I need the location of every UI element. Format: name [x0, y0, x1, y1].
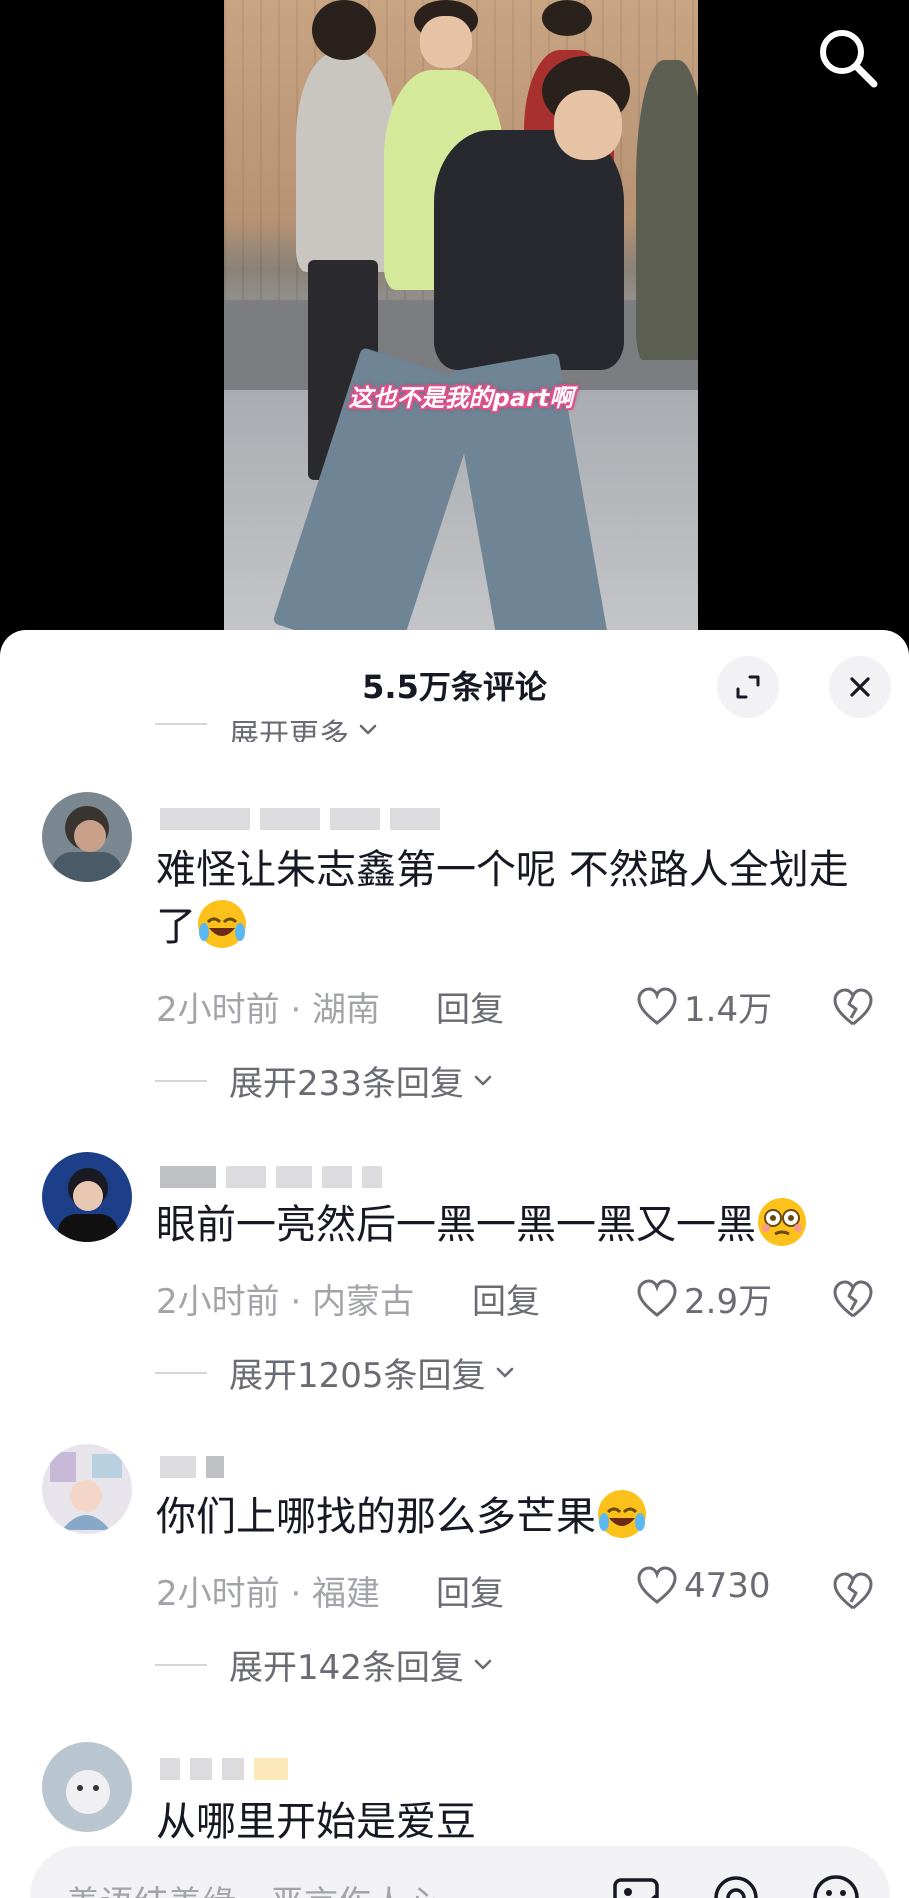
comment-text: 难怪让朱志鑫第一个呢 不然路人全划走了 — [156, 842, 876, 955]
comments-panel: 5.5万条评论 展开更多 难怪让朱志鑫第一个呢 不然路人全划走了 2小时前 · … — [0, 630, 909, 1898]
comment-text: 你们上哪找的那么多芒果 — [156, 1488, 876, 1545]
at-mention-icon[interactable] — [710, 1872, 762, 1898]
like-button[interactable]: 1.4万 — [636, 982, 772, 1031]
dislike-button[interactable] — [832, 1280, 874, 1320]
username-blurred[interactable] — [160, 1456, 224, 1478]
heart-icon — [637, 1566, 677, 1604]
comment-text-content: 你们上哪找的那么多芒果 — [156, 1494, 596, 1540]
expand-more-label: 展开更多 — [229, 718, 349, 742]
like-count: 4730 — [684, 1566, 771, 1606]
close-icon — [850, 677, 870, 697]
dancer-red-head — [542, 0, 592, 36]
video-player[interactable]: 这也不是我的part啊 — [0, 0, 909, 660]
dizzy-face-emoji-icon — [758, 1198, 806, 1246]
comment-input-placeholder: 善语结善缘，恶言伤人心 — [66, 1876, 440, 1898]
comment-text: 从哪里开始是爱豆 — [156, 1794, 876, 1850]
laugh-cry-emoji-icon — [598, 1490, 646, 1538]
video-frame[interactable]: 这也不是我的part啊 — [224, 0, 698, 640]
reply-button[interactable]: 回复 — [436, 982, 504, 1031]
dancer-left — [296, 52, 396, 272]
comment-text-content: 眼前一亮然后一黑一黑一黑又一黑 — [156, 1202, 756, 1248]
comment-text-content: 难怪让朱志鑫第一个呢 不然路人全划走了 — [156, 847, 849, 950]
main-dancer-jacket — [434, 130, 624, 370]
chevron-down-icon — [474, 1659, 492, 1669]
dancer-right — [636, 60, 698, 360]
broken-heart-icon — [833, 1280, 873, 1318]
comment-time-location: 2小时前 · 福建 — [156, 1574, 381, 1614]
broken-heart-icon — [833, 1572, 873, 1610]
comment-time-location: 2小时前 · 湖南 — [156, 990, 381, 1030]
expand-replies-button[interactable]: 展开142条回复 — [155, 1640, 496, 1689]
dislike-button[interactable] — [832, 988, 874, 1028]
comment-time-location: 2小时前 · 内蒙古 — [156, 1282, 415, 1322]
expand-more-replies-partial[interactable]: 展开更多 — [155, 706, 381, 742]
avatar[interactable] — [42, 1742, 132, 1832]
expand-replies-label: 展开142条回复 — [229, 1648, 464, 1688]
like-button[interactable]: 2.9万 — [636, 1274, 772, 1323]
comment-text-content: 从哪里开始是爱豆 — [156, 1799, 476, 1845]
username-blurred[interactable] — [160, 808, 440, 830]
expand-replies-label: 展开1205条回复 — [229, 1356, 486, 1396]
chevron-down-icon — [474, 1075, 492, 1085]
divider-dash — [155, 723, 207, 725]
divider-dash — [155, 1079, 207, 1082]
emoji-icon[interactable] — [810, 1872, 862, 1898]
fullscreen-button[interactable] — [717, 656, 779, 718]
dancer-left-head — [312, 0, 376, 60]
like-count: 1.4万 — [684, 990, 773, 1030]
divider-dash — [155, 1371, 207, 1374]
expand-icon — [736, 675, 760, 699]
expand-replies-button[interactable]: 展开1205条回复 — [155, 1348, 518, 1397]
laugh-cry-emoji-icon — [198, 900, 246, 948]
avatar[interactable] — [42, 792, 132, 882]
dislike-button[interactable] — [832, 1572, 874, 1612]
main-dancer-face — [554, 90, 622, 160]
divider-dash — [155, 1663, 207, 1666]
chevron-down-icon — [496, 1367, 513, 1377]
expand-replies-button[interactable]: 展开233条回复 — [155, 1056, 496, 1105]
username-blurred[interactable] — [160, 1758, 288, 1780]
search-icon[interactable] — [812, 22, 884, 94]
heart-icon — [637, 986, 677, 1025]
comment-text: 眼前一亮然后一黑一黑一黑又一黑 — [156, 1196, 876, 1253]
video-caption: 这也不是我的part啊 — [348, 384, 574, 412]
comment-input[interactable]: 善语结善缘，恶言伤人心 — [30, 1846, 890, 1898]
chevron-down-icon — [359, 724, 377, 735]
like-count: 2.9万 — [684, 1282, 773, 1322]
heart-icon — [637, 1278, 677, 1317]
close-button[interactable] — [829, 656, 891, 718]
dancer-green-face — [420, 16, 472, 68]
image-icon[interactable] — [610, 1872, 662, 1898]
avatar[interactable] — [42, 1444, 132, 1534]
expand-replies-label: 展开233条回复 — [229, 1064, 464, 1104]
reply-button[interactable]: 回复 — [436, 1566, 504, 1615]
reply-button[interactable]: 回复 — [472, 1274, 540, 1323]
avatar[interactable] — [42, 1152, 132, 1242]
like-button[interactable]: 4730 — [636, 1566, 771, 1606]
username-blurred[interactable] — [160, 1166, 382, 1188]
broken-heart-icon — [833, 988, 873, 1026]
